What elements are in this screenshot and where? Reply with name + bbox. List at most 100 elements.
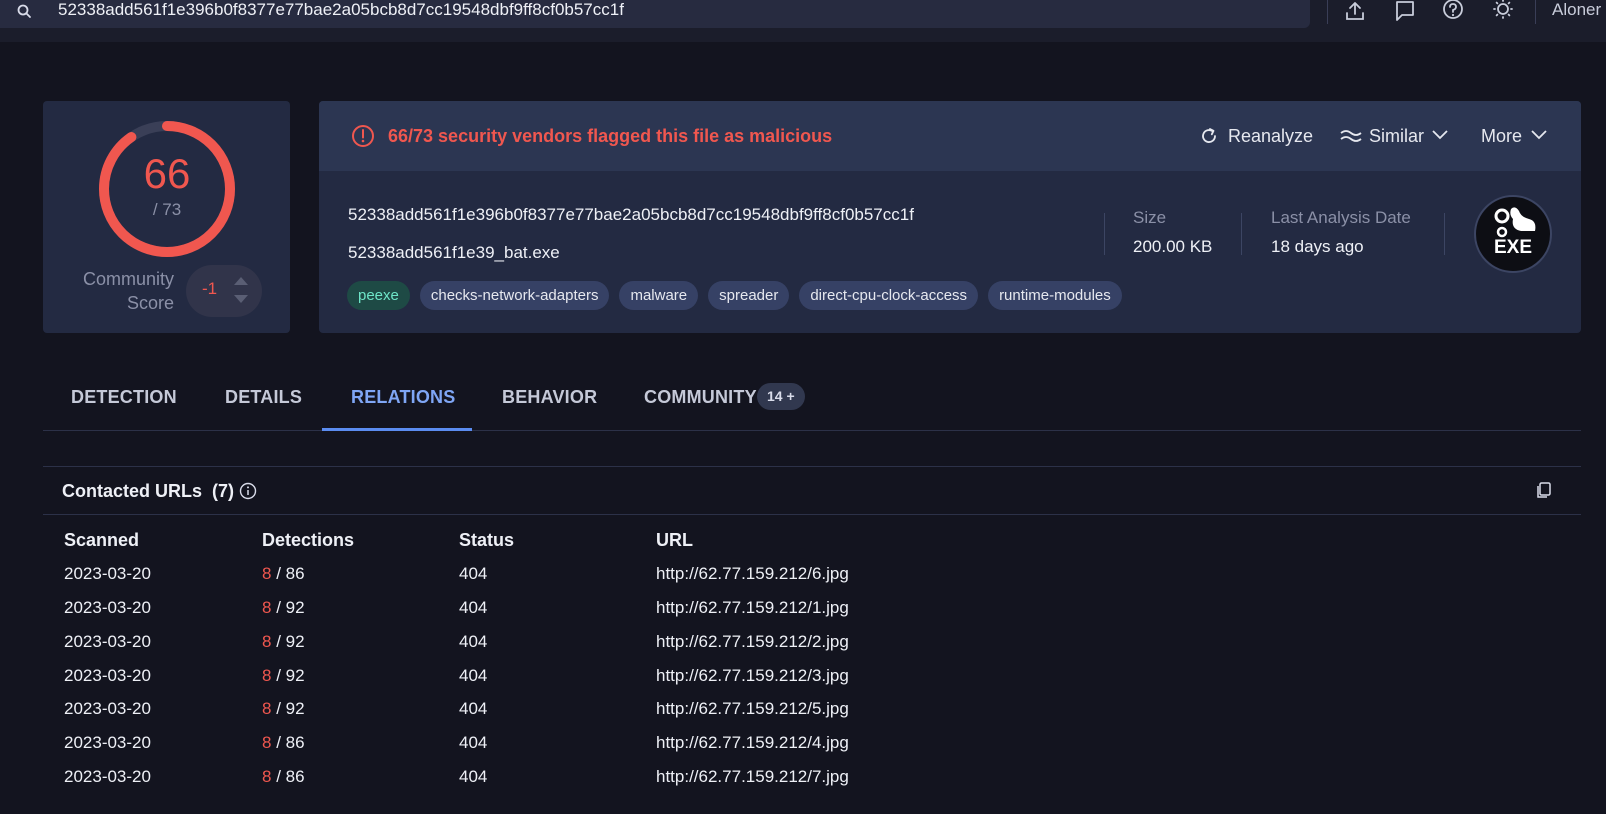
- tag[interactable]: checks-network-adapters: [419, 281, 610, 310]
- table-row: 2023-03-20 8 / 92 404 http://62.77.159.2…: [0, 697, 1606, 731]
- last-analysis-value: 18 days ago: [1271, 237, 1364, 256]
- copy-icon[interactable]: [1535, 481, 1553, 499]
- alert-icon: [352, 125, 374, 147]
- status: 404: [459, 632, 488, 651]
- table-row: 2023-03-20 8 / 86 404 http://62.77.159.2…: [0, 562, 1606, 596]
- detection-score-card: 66 / 73 Community Score -1: [43, 101, 290, 333]
- tab-relations[interactable]: RELATIONS: [351, 385, 455, 409]
- detections: 8 / 92: [262, 632, 305, 651]
- tag[interactable]: direct-cpu-clock-access: [799, 281, 979, 310]
- status: 404: [459, 767, 488, 786]
- tag[interactable]: runtime-modules: [988, 281, 1122, 310]
- table-row: 2023-03-20 8 / 86 404 http://62.77.159.2…: [0, 731, 1606, 765]
- alert-banner: 66/73 security vendors flagged this file…: [319, 101, 1581, 171]
- upload-icon[interactable]: [1344, 0, 1366, 22]
- help-icon[interactable]: [1442, 0, 1464, 22]
- alert-text: 66/73 security vendors flagged this file…: [388, 126, 833, 146]
- top-divider: [1535, 0, 1536, 24]
- top-divider: [1327, 0, 1328, 24]
- refresh-icon: [1202, 128, 1216, 143]
- chevron-down-icon: [1531, 130, 1547, 140]
- size-value: 200.00 KB: [1133, 237, 1213, 256]
- url-link[interactable]: http://62.77.159.212/2.jpg: [656, 630, 849, 654]
- meta-divider: [1104, 213, 1105, 255]
- comment-icon[interactable]: [1394, 0, 1416, 22]
- size-label: Size: [1133, 208, 1167, 227]
- url-link[interactable]: http://62.77.159.212/6.jpg: [656, 562, 849, 586]
- table-row: 2023-03-20 8 / 92 404 http://62.77.159.2…: [0, 630, 1606, 664]
- tag[interactable]: spreader: [708, 281, 790, 310]
- scanned-date: 2023-03-20: [64, 733, 151, 752]
- info-icon[interactable]: [239, 482, 257, 500]
- column-header-status[interactable]: Status: [459, 528, 514, 552]
- community-score-label: Community Score: [82, 269, 174, 313]
- downvote-icon[interactable]: [234, 295, 248, 303]
- file-type-badge: EXE: [1474, 195, 1552, 273]
- detections: 8 / 86: [262, 767, 305, 786]
- gears-icon: [1494, 207, 1536, 238]
- theme-toggle-icon[interactable]: [1492, 0, 1514, 22]
- detections: 8 / 86: [262, 564, 305, 583]
- file-type-label: EXE: [1493, 237, 1533, 258]
- tab-bar: DETECTION DETAILS RELATIONS BEHAVIOR COM…: [43, 358, 1581, 431]
- scanned-date: 2023-03-20: [64, 564, 151, 583]
- section-border: [43, 466, 1581, 467]
- table-row: 2023-03-20 8 / 92 404 http://62.77.159.2…: [0, 664, 1606, 698]
- table-row: 2023-03-20 8 / 92 404 http://62.77.159.2…: [0, 596, 1606, 630]
- upvote-icon[interactable]: [234, 277, 248, 285]
- tab-detection[interactable]: DETECTION: [71, 385, 177, 409]
- reanalyze-button[interactable]: Reanalyze: [1199, 124, 1313, 148]
- detection-count: 66: [143, 150, 191, 197]
- url-link[interactable]: http://62.77.159.212/5.jpg: [656, 697, 849, 721]
- top-bar: 52338add561f1e396b0f8377e77bae2a05bcb8d7…: [0, 0, 1606, 42]
- table-row: 2023-03-20 8 / 86 404 http://62.77.159.2…: [0, 765, 1606, 799]
- scanned-date: 2023-03-20: [64, 598, 151, 617]
- tag[interactable]: malware: [619, 281, 699, 310]
- status: 404: [459, 699, 488, 718]
- detections: 8 / 92: [262, 699, 305, 718]
- column-header-scanned[interactable]: Scanned: [64, 528, 139, 552]
- file-hash: 52338add561f1e396b0f8377e77bae2a05bcb8d7…: [348, 205, 914, 224]
- file-name: 52338add561f1e39_bat.exe: [348, 243, 560, 262]
- tab-details[interactable]: DETAILS: [225, 385, 302, 409]
- more-button[interactable]: More: [1481, 124, 1547, 148]
- detections: 8 / 92: [262, 598, 305, 617]
- contacted-urls-title: Contacted URLs (7): [62, 481, 235, 501]
- scanned-date: 2023-03-20: [64, 666, 151, 685]
- community-score-pill: -1: [186, 265, 262, 317]
- url-link[interactable]: http://62.77.159.212/1.jpg: [656, 596, 849, 620]
- scanned-date: 2023-03-20: [64, 767, 151, 786]
- community-score-value: -1: [202, 279, 218, 298]
- meta-divider: [1444, 213, 1445, 255]
- community-count-badge: 14 +: [757, 383, 805, 410]
- detections: 8 / 92: [262, 666, 305, 685]
- search-icon: [17, 4, 31, 18]
- detections: 8 / 86: [262, 733, 305, 752]
- url-link[interactable]: http://62.77.159.212/3.jpg: [656, 664, 849, 688]
- tag[interactable]: peexe: [347, 281, 410, 310]
- url-link[interactable]: http://62.77.159.212/7.jpg: [656, 765, 849, 789]
- chevron-down-icon: [1432, 130, 1448, 140]
- search-input[interactable]: 52338add561f1e396b0f8377e77bae2a05bcb8d7…: [58, 0, 624, 20]
- scanned-date: 2023-03-20: [64, 699, 151, 718]
- url-link[interactable]: http://62.77.159.212/4.jpg: [656, 731, 849, 755]
- status: 404: [459, 733, 488, 752]
- detection-total: / 73: [152, 200, 182, 219]
- similar-button[interactable]: Similar: [1340, 124, 1448, 148]
- similar-icon: [1340, 130, 1362, 142]
- user-menu[interactable]: Aloner: [1552, 0, 1601, 20]
- file-summary-card: 66/73 security vendors flagged this file…: [319, 101, 1581, 333]
- status: 404: [459, 666, 488, 685]
- search-box[interactable]: 52338add561f1e396b0f8377e77bae2a05bcb8d7…: [0, 0, 1310, 28]
- active-tab-indicator: [322, 428, 472, 431]
- meta-divider: [1241, 213, 1242, 255]
- tab-behavior[interactable]: BEHAVIOR: [502, 385, 597, 409]
- column-header-detections[interactable]: Detections: [262, 528, 354, 552]
- tab-community[interactable]: COMMUNITY: [644, 385, 757, 409]
- status: 404: [459, 564, 488, 583]
- column-header-url[interactable]: URL: [656, 528, 693, 552]
- section-divider: [43, 514, 1581, 515]
- last-analysis-label: Last Analysis Date: [1271, 208, 1411, 227]
- status: 404: [459, 598, 488, 617]
- scanned-date: 2023-03-20: [64, 632, 151, 651]
